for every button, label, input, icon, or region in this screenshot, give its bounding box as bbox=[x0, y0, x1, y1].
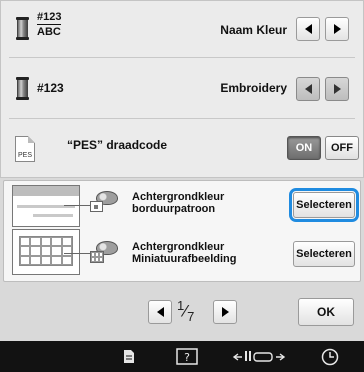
preview-line bbox=[33, 214, 73, 217]
right-arrow-icon bbox=[221, 307, 229, 317]
left-arrow-icon bbox=[156, 307, 164, 317]
page-prev-button[interactable] bbox=[148, 300, 172, 324]
thread-code-bottom: ABC bbox=[37, 26, 61, 38]
thread-brand-row: #123 Embroidery bbox=[1, 58, 364, 118]
page-next-button[interactable] bbox=[213, 300, 237, 324]
thread-number-next-button[interactable] bbox=[325, 17, 349, 41]
pes-file-icon-label: PES bbox=[17, 152, 32, 159]
pes-code-label: “PES” draadcode bbox=[67, 138, 168, 152]
thumbnail-grid-icon bbox=[90, 251, 104, 263]
settings-screen: #123 ABC Naam Kleur #123 Embroidery PES … bbox=[0, 0, 364, 372]
presser-foot-icon[interactable] bbox=[232, 347, 286, 366]
help-icon[interactable]: ? bbox=[175, 347, 199, 366]
pattern-background-select-button[interactable]: Selecteren bbox=[293, 192, 355, 218]
thumbnail-background-label-line1: Achtergrondkleur bbox=[132, 241, 225, 253]
thumbnail-grid bbox=[19, 236, 73, 266]
pes-code-on-button[interactable]: ON bbox=[287, 136, 321, 160]
pes-code-off-button[interactable]: OFF bbox=[325, 136, 359, 160]
thumbnail-preview bbox=[12, 229, 80, 275]
clock-icon[interactable] bbox=[320, 347, 340, 366]
ok-button[interactable]: OK bbox=[298, 298, 354, 326]
pattern-background-label: Achtergrondkleur borduurpatroon bbox=[132, 191, 224, 215]
pes-file-icon: PES bbox=[15, 136, 35, 162]
thread-settings-panel: #123 ABC Naam Kleur #123 Embroidery PES … bbox=[0, 0, 364, 178]
thread-code-top: #123 bbox=[37, 11, 62, 25]
background-color-panel: Achtergrondkleur borduurpatroon Selecter… bbox=[3, 180, 361, 282]
pattern-background-label-line2: borduurpatroon bbox=[132, 203, 216, 215]
embroidery-pattern-icon bbox=[90, 201, 103, 212]
thread-brand-next-button[interactable] bbox=[325, 77, 349, 101]
thumbnail-background-label-line2: Miniatuurafbeelding bbox=[132, 253, 237, 265]
pes-code-row: PES “PES” draadcode ON OFF bbox=[1, 119, 364, 179]
right-arrow-icon bbox=[333, 84, 341, 94]
page-current: 1 bbox=[177, 298, 185, 313]
thread-code-fraction: #123 ABC bbox=[37, 11, 62, 38]
thread-brand-value: Embroidery bbox=[220, 81, 287, 95]
connector-line bbox=[64, 253, 90, 254]
pattern-background-label-line1: Achtergrondkleur bbox=[132, 191, 225, 203]
thumbnail-background-label: Achtergrondkleur Miniatuurafbeelding bbox=[132, 241, 237, 265]
pager-bar: 1⁄7 OK bbox=[0, 286, 364, 340]
page-indicator: 1⁄7 bbox=[177, 298, 195, 325]
thread-number-value: Naam Kleur bbox=[220, 23, 287, 37]
left-arrow-icon bbox=[304, 24, 312, 34]
pattern-preview bbox=[12, 185, 80, 227]
bottom-taskbar: ? bbox=[0, 341, 364, 372]
thumbnail-background-select-button[interactable]: Selecteren bbox=[293, 241, 355, 267]
left-arrow-icon bbox=[304, 84, 312, 94]
page-total: 7 bbox=[187, 309, 195, 325]
thread-number-prev-button[interactable] bbox=[296, 17, 320, 41]
preview-band bbox=[13, 186, 79, 196]
thread-brand-code: #123 bbox=[37, 81, 64, 95]
spool-icon bbox=[16, 17, 29, 40]
connector-line bbox=[64, 205, 90, 206]
spool-icon bbox=[16, 77, 29, 100]
right-arrow-icon bbox=[333, 24, 341, 34]
document-icon[interactable] bbox=[121, 347, 137, 366]
thread-brand-prev-button[interactable] bbox=[296, 77, 320, 101]
thread-number-row: #123 ABC Naam Kleur bbox=[1, 1, 364, 57]
svg-text:?: ? bbox=[184, 351, 190, 364]
